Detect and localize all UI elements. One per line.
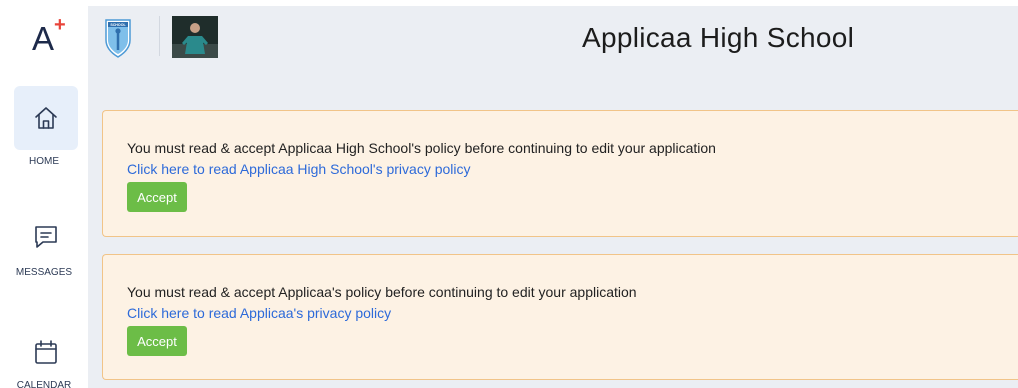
accept-button[interactable]: Accept	[127, 326, 187, 356]
logo-letter: A	[32, 20, 55, 57]
calendar-icon	[35, 340, 57, 364]
notice-message: You must read & accept Applicaa's policy…	[127, 284, 637, 300]
avatar-image	[172, 16, 218, 58]
school-crest-icon: SCHOOL	[105, 19, 131, 58]
home-icon	[35, 107, 57, 129]
main-content: SCHOOL Applicaa High School You must rea…	[88, 6, 1018, 388]
logo-plus: +	[54, 14, 66, 36]
notice-message: You must read & accept Applicaa High Sch…	[127, 140, 716, 156]
message-icon-box	[14, 205, 78, 269]
policy-notice-applicaa: You must read & accept Applicaa's policy…	[102, 254, 1018, 380]
message-icon	[35, 226, 57, 248]
sidebar-item-label: CALENDAR	[16, 380, 72, 388]
app-root: A + HOME MESSAGES CALENDAR SCHOOL Applic…	[0, 0, 1018, 388]
avatar[interactable]	[172, 16, 218, 58]
page-title: Applicaa High School	[582, 22, 855, 53]
sidebar-item-label: MESSAGES	[15, 267, 73, 278]
top-bar: SCHOOL Applicaa High School	[88, 6, 1018, 76]
header-divider	[159, 16, 160, 56]
privacy-policy-link[interactable]: Click here to read Applicaa's privacy po…	[127, 305, 391, 321]
svg-text:SCHOOL: SCHOOL	[110, 23, 126, 27]
app-logo[interactable]: A +	[32, 14, 72, 58]
calendar-icon-box	[14, 320, 78, 384]
policy-notice-school: You must read & accept Applicaa High Sch…	[102, 110, 1018, 237]
sidebar: A + HOME MESSAGES CALENDAR	[0, 0, 88, 388]
accept-button[interactable]: Accept	[127, 182, 187, 212]
privacy-policy-link[interactable]: Click here to read Applicaa High School'…	[127, 161, 471, 177]
home-icon-box	[14, 86, 78, 150]
sidebar-item-label: HOME	[29, 156, 59, 167]
